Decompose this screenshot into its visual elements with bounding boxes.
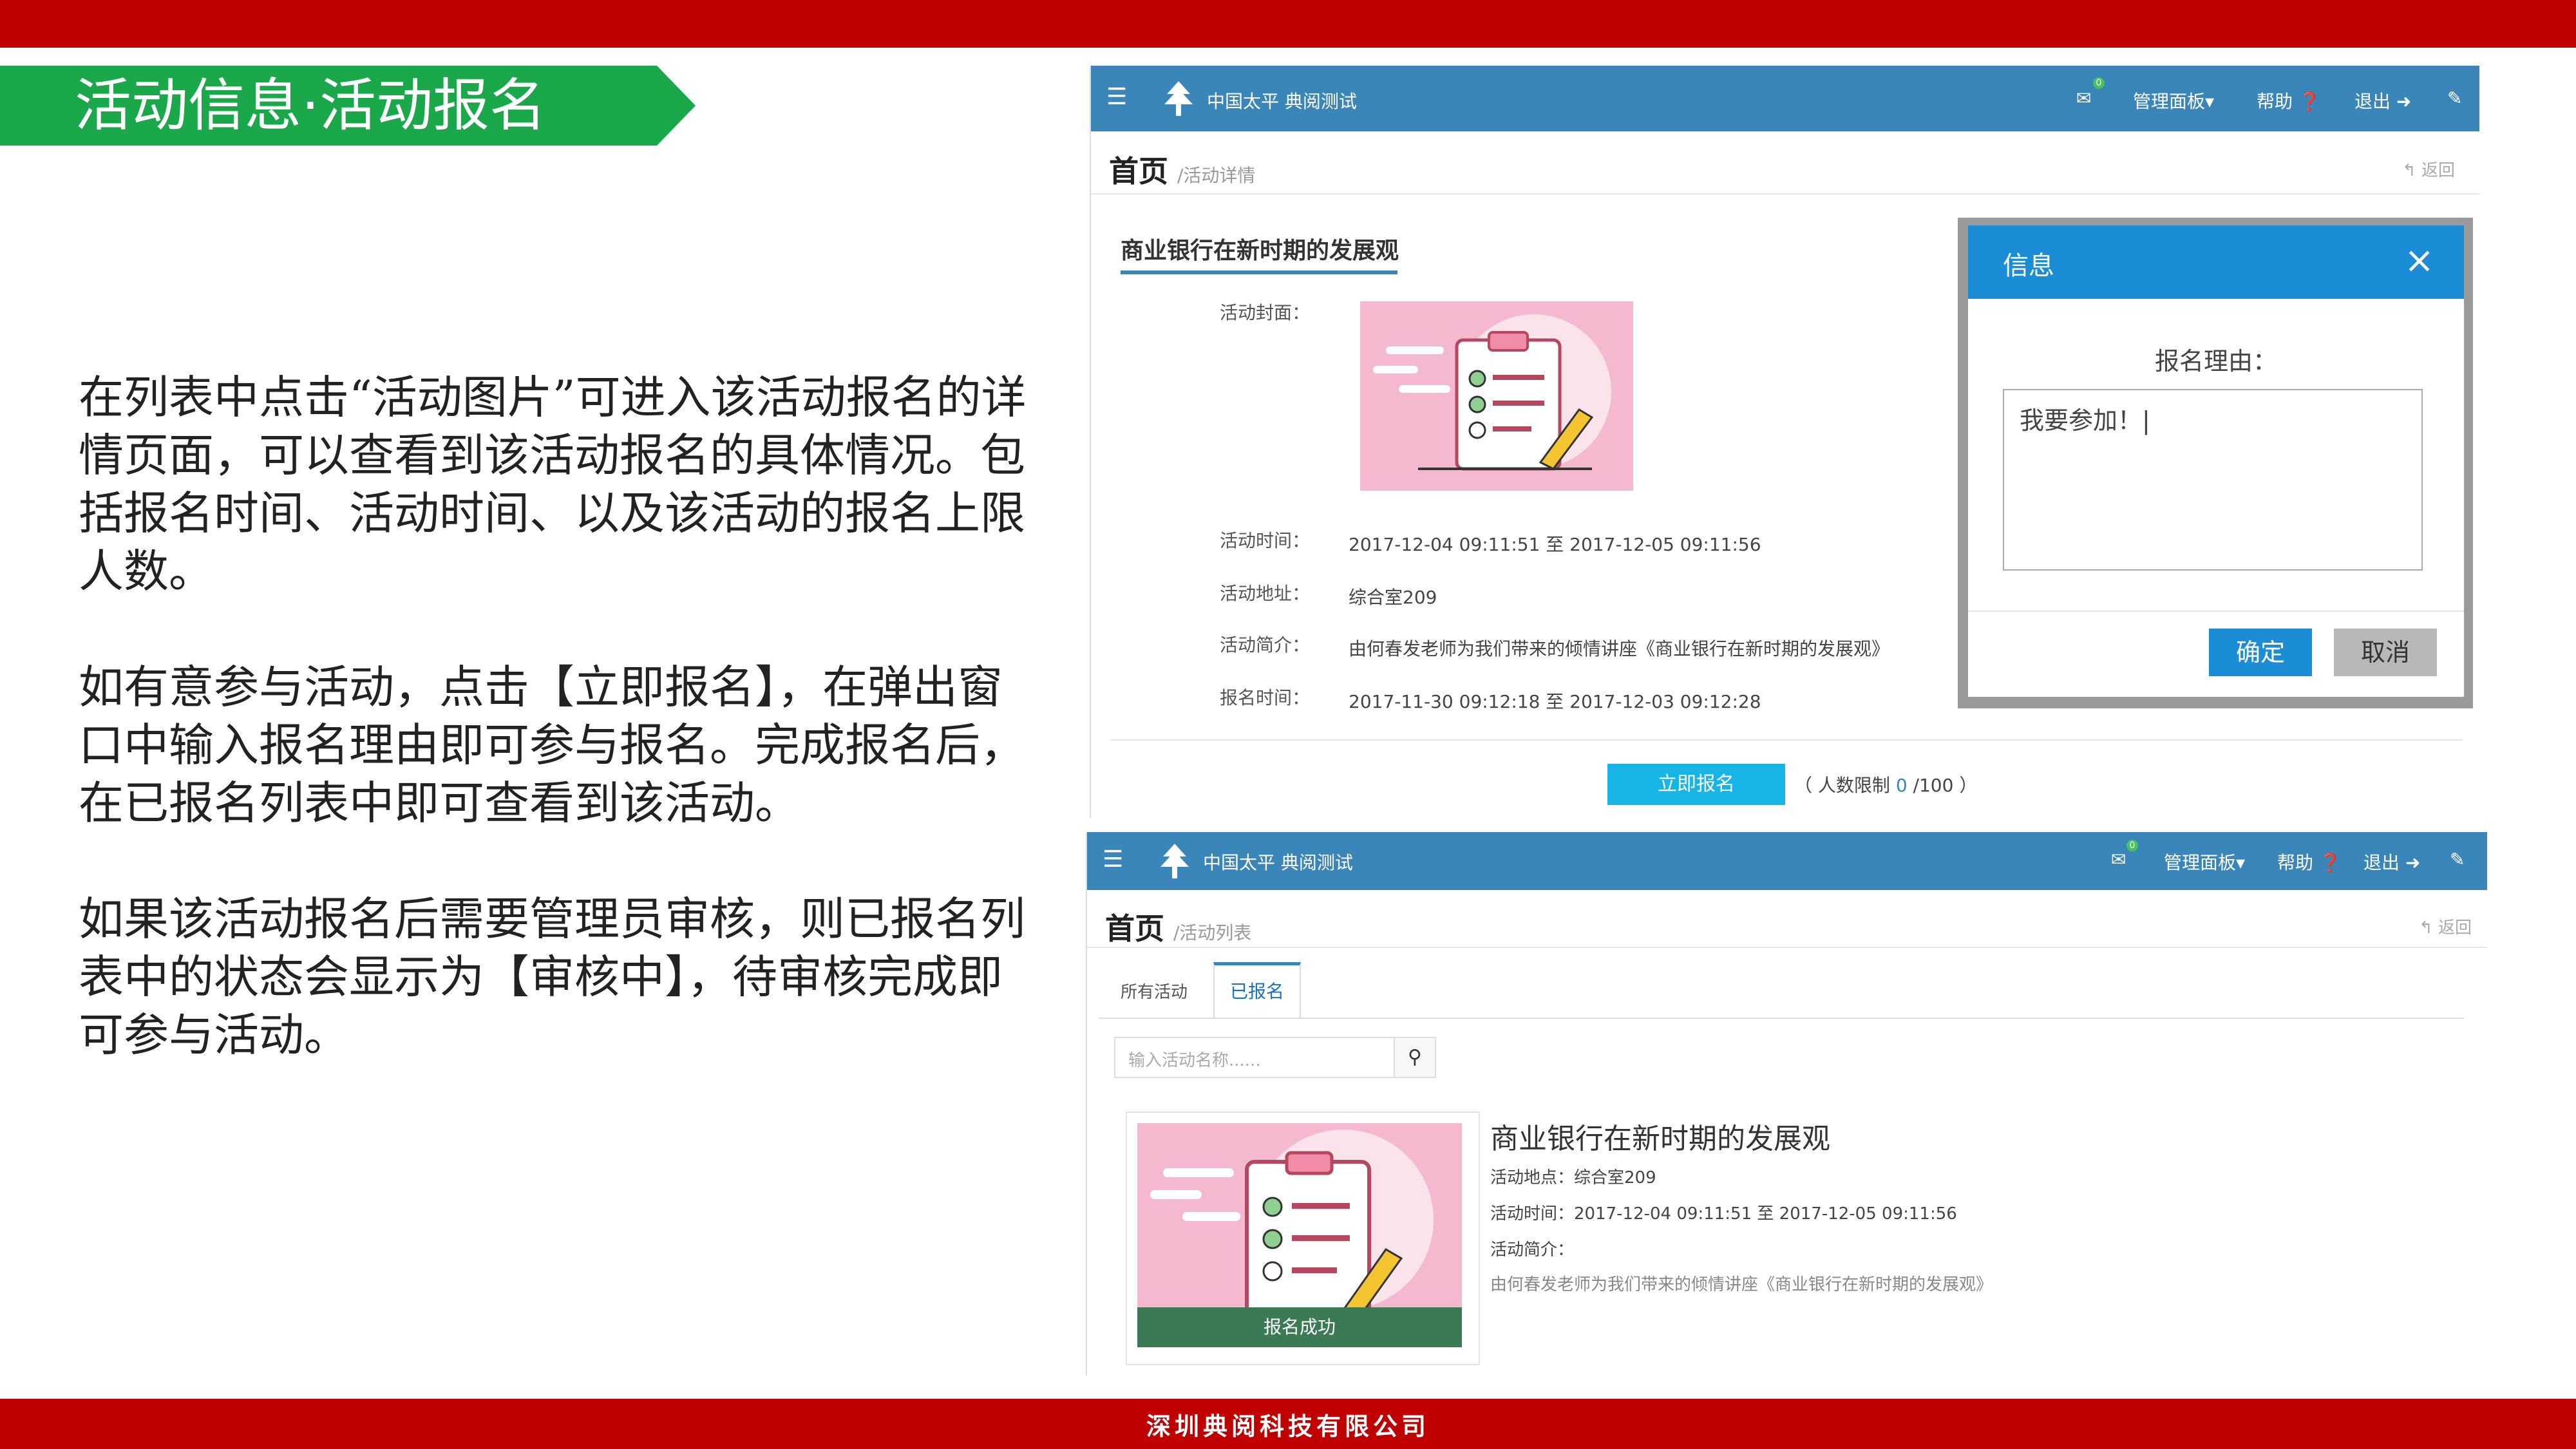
nav-logout[interactable]: 退出 ➜ [2354, 88, 2411, 113]
app-brand[interactable]: 中国太平 典阅测试 [1203, 849, 1353, 875]
menu-icon[interactable]: ☰ [1106, 84, 1127, 110]
breadcrumb-current: /活动列表 [1173, 922, 1252, 943]
brush-icon[interactable]: ✎ [2450, 849, 2465, 870]
reason-text: 我要参加！ [2020, 406, 2143, 435]
cancel-button[interactable]: 取消 [2334, 629, 2437, 676]
activity-item-title[interactable]: 商业银行在新时期的发展观 [1490, 1115, 1830, 1157]
cover-label: 活动封面： [1219, 302, 1310, 323]
breadcrumb-current: /活动详情 [1177, 165, 1256, 186]
tab-divider [1099, 1018, 2464, 1019]
activity-time-value: 2017-12-04 09:11:51 至 2017-12-05 09:11:5… [1349, 534, 1761, 555]
mail-badge: 0 [2093, 77, 2105, 89]
mail-icon[interactable]: ✉ [2076, 88, 2091, 109]
dialog-divider [1968, 611, 2464, 612]
slide-title: 活动信息·活动报名 [75, 72, 546, 138]
nav-manage-panel[interactable]: 管理面板▾ [2133, 88, 2214, 113]
activity-item-address: 活动地点：综合室209 [1490, 1168, 1656, 1188]
app-navbar: ☰ 中国太平 典阅测试 ✉ 0 管理面板▾ 帮助 ❓ 退出 ➜ ✎ [1091, 66, 2479, 131]
mail-icon[interactable]: ✉ [2111, 849, 2126, 870]
signup-limit: （ 人数限制 0 /100 ） [1794, 772, 1977, 797]
signup-time-label: 报名时间： [1219, 687, 1310, 708]
breadcrumb-home[interactable]: 首页 [1105, 911, 1164, 946]
activity-intro-label: 活动简介： [1219, 634, 1310, 656]
clipboard-illustration-icon [1373, 314, 1611, 471]
description-paragraph-1: 在列表中点击“活动图片”可进入该活动报名的详情页面，可以查看到该活动报名的具体情… [79, 371, 1027, 598]
activity-address-label: 活动地址： [1219, 583, 1310, 604]
company-name: 深圳典阅科技有限公司 [1146, 1411, 1430, 1441]
activity-time-label: 活动时间： [1219, 530, 1310, 551]
limit-current: 0 [1895, 775, 1908, 796]
signup-time-value: 2017-11-30 09:12:18 至 2017-12-03 09:12:2… [1349, 691, 1761, 712]
dialog-header: 信息 × [1968, 225, 2464, 299]
divider [1110, 739, 2463, 741]
description-paragraph-2: 如有意参与活动，点击【立即报名】，在弹出窗口中输入报名理由即可参与报名。完成报名… [79, 661, 1025, 829]
dialog-title: 信息 [2003, 251, 2054, 281]
signup-status-badge: 报名成功 [1137, 1307, 1462, 1347]
confirm-button[interactable]: 确定 [2209, 629, 2312, 676]
signup-reason-dialog: 信息 × 报名理由： 我要参加！| 确定 取消 [1968, 225, 2464, 697]
nav-manage-panel[interactable]: 管理面板▾ [2164, 849, 2245, 875]
divider [1091, 193, 2479, 194]
activity-item-intro-label: 活动简介： [1490, 1240, 1575, 1260]
activity-title: 商业银行在新时期的发展观 [1121, 238, 1399, 264]
mail-badge: 0 [2126, 840, 2138, 851]
reason-textarea[interactable]: 我要参加！| [2003, 389, 2423, 571]
app-brand[interactable]: 中国太平 典阅测试 [1207, 88, 1357, 113]
nav-help[interactable]: 帮助 ❓ [2257, 88, 2321, 113]
close-icon[interactable]: × [2404, 240, 2434, 281]
reason-label: 报名理由： [2154, 347, 2277, 375]
brush-icon[interactable]: ✎ [2447, 88, 2462, 109]
activity-address-value: 综合室209 [1349, 587, 1437, 608]
activity-item-intro: 由何春发老师为我们带来的倾情讲座《商业银行在新时期的发展观》 [1490, 1275, 1993, 1294]
nav-logout[interactable]: 退出 ➜ [2363, 849, 2420, 875]
footer-bar: 深圳典阅科技有限公司 [0, 1399, 2576, 1449]
activity-card[interactable]: 报名成功 [1126, 1112, 1480, 1365]
title-underline [1121, 270, 1397, 274]
limit-suffix: /100 ） [1913, 775, 1978, 796]
pine-logo-icon [1164, 81, 1193, 116]
activity-search-input[interactable]: 输入活动名称...... [1114, 1037, 1395, 1078]
activity-intro-value: 由何春发老师为我们带来的倾情讲座《商业银行在新时期的发展观》 [1349, 638, 1890, 659]
pine-logo-icon [1160, 844, 1189, 878]
breadcrumb-home[interactable]: 首页 [1109, 154, 1168, 189]
top-red-bar [0, 0, 2576, 48]
activity-list-screenshot: ☰ 中国太平 典阅测试 ✉ 0 管理面板▾ 帮助 ❓ 退出 ➜ ✎ 首页/活动列… [1086, 832, 2487, 1376]
signup-now-button[interactable]: 立即报名 [1607, 764, 1785, 805]
tab-all-activities[interactable]: 所有活动 [1121, 979, 1188, 1003]
description-paragraph-3: 如果该活动报名后需要管理员审核，则已报名列表中的状态会显示为【审核中】，待审核完… [79, 893, 1025, 1061]
activity-cover-image[interactable] [1360, 301, 1633, 491]
breadcrumb: 首页/活动列表 [1105, 905, 1251, 948]
app-navbar: ☰ 中国太平 典阅测试 ✉ 0 管理面板▾ 帮助 ❓ 退出 ➜ ✎ [1087, 832, 2487, 890]
divider [1087, 947, 2487, 948]
breadcrumb: 首页/活动详情 [1109, 148, 1255, 191]
search-icon[interactable]: ⚲ [1394, 1037, 1436, 1078]
nav-help[interactable]: 帮助 ❓ [2277, 849, 2342, 875]
menu-icon[interactable]: ☰ [1103, 846, 1123, 873]
tab-signed-up[interactable]: 已报名 [1213, 962, 1301, 1019]
back-link[interactable]: ↰ 返回 [2419, 914, 2472, 938]
back-link[interactable]: ↰ 返回 [2402, 157, 2455, 181]
activity-item-time: 活动时间：2017-12-04 09:11:51 至 2017-12-05 09… [1490, 1204, 1957, 1224]
limit-prefix: （ 人数限制 [1794, 775, 1890, 796]
